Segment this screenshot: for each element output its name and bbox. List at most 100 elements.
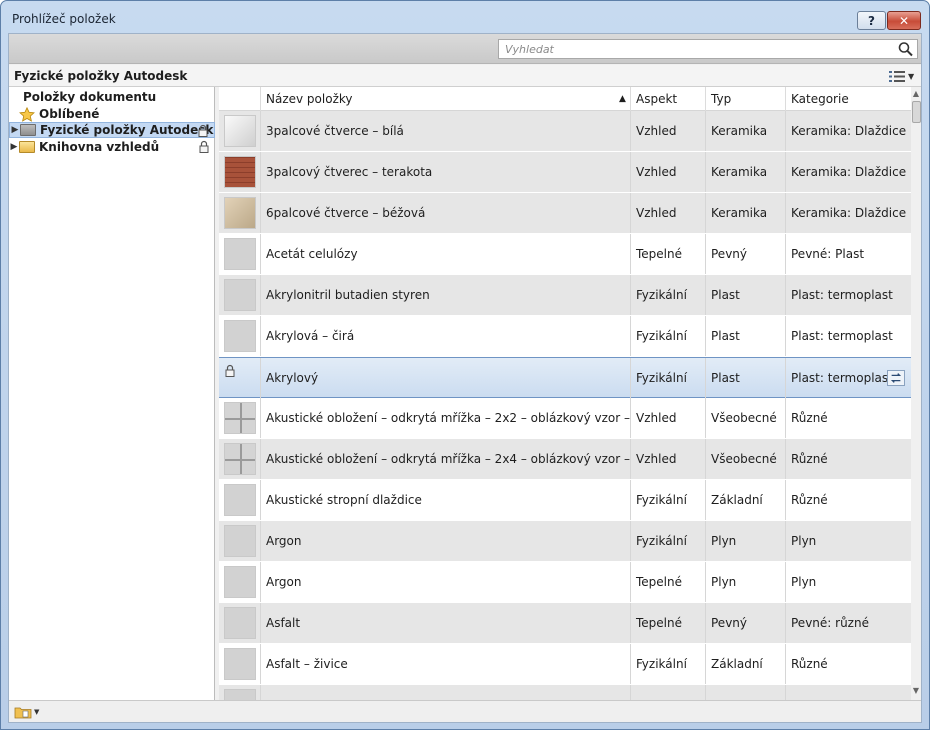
scroll-down-icon[interactable]: ▼	[911, 686, 921, 698]
table-row[interactable]	[219, 685, 911, 700]
item-type: Pevný	[706, 603, 786, 643]
table-row[interactable]: Akustické stropní dlaždice Fyzikální Zákla…	[219, 480, 911, 521]
item-category: Keramika: Dlaždice	[791, 124, 907, 138]
tree-item-label: Oblíbené	[39, 107, 100, 121]
item-category	[786, 685, 911, 700]
item-aspect: Vzhled	[631, 439, 706, 479]
item-name: 3palcové čtverce – bílá	[261, 111, 631, 151]
item-name: Argon	[261, 521, 631, 561]
item-type: Keramika	[706, 152, 786, 192]
item-aspect: Fyzikální	[631, 644, 706, 684]
column-header-name[interactable]: Název položky	[261, 87, 631, 111]
view-options-button[interactable]: ▼	[889, 69, 919, 84]
item-type: Keramika	[706, 193, 786, 233]
material-swatch-icon	[224, 443, 256, 475]
item-type: Plast	[706, 275, 786, 315]
item-aspect: Fyzikální	[631, 316, 706, 356]
list-view-icon	[889, 71, 905, 82]
scrollbar-thumb[interactable]	[912, 101, 921, 123]
item-category: Keramika: Dlaždice	[791, 165, 907, 179]
material-swatch-icon	[224, 525, 256, 557]
table-row[interactable]: 3palcové čtverce – bílá Vzhled Keramika Ker…	[219, 111, 911, 152]
expand-arrow-icon[interactable]: ▶	[9, 142, 19, 152]
item-aspect: Vzhled	[631, 152, 706, 192]
search-input[interactable]	[498, 39, 918, 59]
table-row[interactable]: Asfalt Tepelné Pevný Pevné: různé	[219, 603, 911, 644]
expand-arrow-icon[interactable]: ▶	[10, 125, 20, 135]
tree-root-document-items[interactable]: Položky dokumentu	[23, 90, 156, 104]
item-type: Plast	[706, 358, 786, 398]
table-row[interactable]: Akustické obložení – odkrytá mřížka – 2x…	[219, 398, 911, 439]
thumbnail-cell	[219, 398, 261, 438]
table-row[interactable]: Akrylový Fyzikální Plast Plast: termoplast	[219, 357, 911, 398]
table-row[interactable]: Argon Tepelné Plyn Plyn	[219, 562, 911, 603]
table-row[interactable]: Akustické obložení – odkrytá mřížka – 2x…	[219, 439, 911, 480]
table-row[interactable]: Akrylonitril butadien styren Fyzikální Pla…	[219, 275, 911, 316]
item-name: Akustické obložení – odkrytá mřížka – 2x…	[261, 439, 631, 479]
help-button[interactable]: ?	[857, 11, 886, 30]
table-row[interactable]: Argon Fyzikální Plyn Plyn	[219, 521, 911, 562]
item-category: Různé	[791, 411, 828, 425]
item-category: Různé	[791, 452, 828, 466]
scroll-up-icon[interactable]: ▲	[911, 89, 921, 101]
material-swatch-icon	[224, 689, 256, 700]
search-icon[interactable]	[897, 41, 915, 57]
item-type: Keramika	[706, 111, 786, 151]
material-swatch-icon	[224, 115, 256, 147]
item-type: Základní	[706, 480, 786, 520]
library-folder-icon	[14, 707, 32, 719]
item-type	[706, 685, 786, 700]
material-swatch-icon	[224, 156, 256, 188]
lock-icon	[199, 140, 209, 153]
item-name: Acetát celulózy	[261, 234, 631, 274]
tree-item-appearance-library[interactable]: ▶ Knihovna vzhledů	[9, 139, 215, 155]
thumbnail-column-header[interactable]	[219, 87, 261, 111]
status-bar: ▼	[9, 700, 921, 722]
material-swatch-icon	[224, 484, 256, 516]
item-name: Argon	[261, 562, 631, 602]
item-category: Plyn	[791, 575, 817, 589]
item-type: Základní	[706, 644, 786, 684]
item-type: Všeobecné	[706, 439, 786, 479]
tree-item-autodesk-physical[interactable]: ▶ Fyzické položky Autodesk	[9, 122, 215, 138]
thumbnail-cell	[219, 480, 261, 520]
library-title: Fyzické položky Autodesk	[14, 69, 188, 83]
thumbnail-cell	[219, 316, 261, 356]
item-aspect: Tepelné	[631, 562, 706, 602]
item-category: Různé	[791, 657, 828, 671]
thumbnail-cell	[219, 521, 261, 561]
browser-frame: Fyzické položky Autodesk ▼ Položky dokum…	[8, 33, 922, 723]
library-menu-button[interactable]: ▼	[14, 704, 40, 720]
table-row[interactable]: Asfalt – živice Fyzikální Základní Různé	[219, 644, 911, 685]
column-header-category[interactable]: Kategorie	[786, 87, 911, 111]
item-type: Plyn	[706, 521, 786, 561]
thumbnail-cell	[219, 439, 261, 479]
thumbnail-cell	[219, 193, 261, 233]
tree-item-label: Fyzické položky Autodesk	[40, 123, 214, 137]
title-bar[interactable]: Prohlížeč položek ? ✕	[1, 1, 929, 35]
items-grid: Název položky ▲ Aspekt Typ Kategorie 3pa…	[219, 87, 911, 700]
column-header-aspect[interactable]: Aspekt	[631, 87, 706, 111]
item-name: Akrylová – čirá	[261, 316, 631, 356]
item-category: Keramika: Dlaždice	[791, 206, 907, 220]
item-category: Plyn	[791, 534, 817, 548]
vertical-scrollbar[interactable]: ▲ ▼	[911, 87, 921, 700]
item-category: Plast: termoplast	[791, 329, 893, 343]
item-type: Pevný	[706, 234, 786, 274]
table-row[interactable]: Akrylová – čirá Fyzikální Plast Plast: term…	[219, 316, 911, 357]
library-header: Fyzické položky Autodesk ▼	[9, 65, 921, 87]
item-category: Pevné: Plast	[791, 247, 865, 261]
tree-item-favorites[interactable]: Oblíbené	[19, 106, 99, 122]
column-header-type[interactable]: Typ	[706, 87, 786, 111]
replace-icon[interactable]	[887, 370, 905, 386]
item-aspect: Tepelné	[631, 603, 706, 643]
thumbnail-cell	[219, 562, 261, 602]
table-row[interactable]: 3palcový čtverec – terakota Vzhled Keramik…	[219, 152, 911, 193]
item-type: Plast	[706, 316, 786, 356]
item-aspect: Vzhled	[631, 193, 706, 233]
thumbnail-cell	[219, 111, 261, 151]
table-row[interactable]: Acetát celulózy Tepelné Pevný Pevné: Plast	[219, 234, 911, 275]
close-button[interactable]: ✕	[887, 11, 921, 30]
library-folder-icon	[20, 124, 36, 136]
table-row[interactable]: 6palcové čtverce – béžová Vzhled Keramika K…	[219, 193, 911, 234]
